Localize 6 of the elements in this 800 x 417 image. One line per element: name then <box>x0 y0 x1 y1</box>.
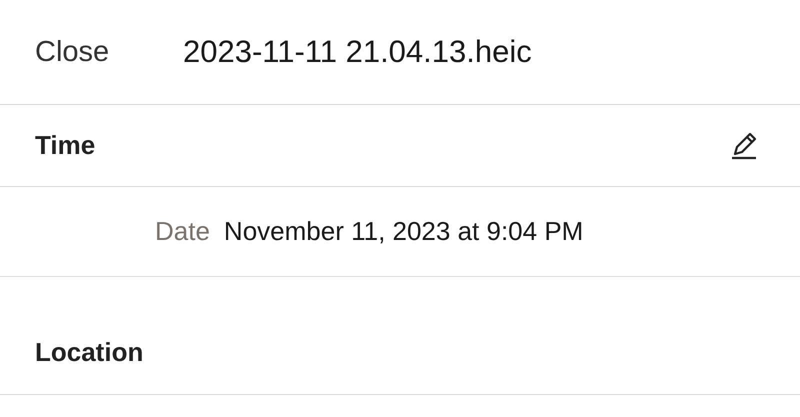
file-title: 2023-11-11 21.04.13.heic <box>183 34 532 70</box>
field-value: November 11, 2023 at 9:04 PM <box>224 216 584 247</box>
section-title: Time <box>35 130 96 161</box>
close-button[interactable]: Close <box>35 36 183 68</box>
field-label: Date <box>155 216 210 247</box>
section-title: Location <box>35 337 144 368</box>
